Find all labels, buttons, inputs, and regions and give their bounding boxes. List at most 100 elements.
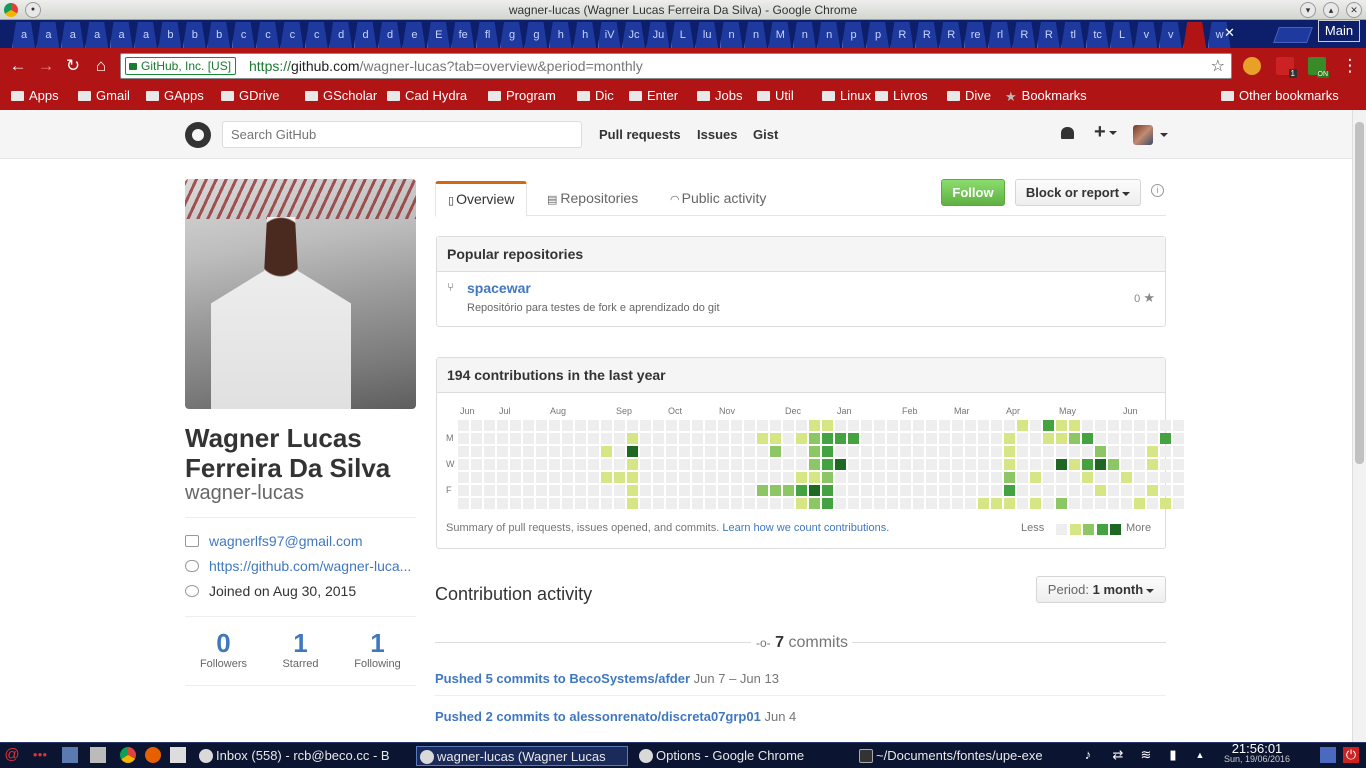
contribution-day[interactable] — [666, 446, 677, 457]
contribution-day[interactable] — [770, 472, 781, 483]
screen-icon[interactable] — [1320, 747, 1336, 763]
contribution-day[interactable] — [822, 459, 833, 470]
contribution-day[interactable] — [653, 433, 664, 444]
firefox-icon[interactable] — [145, 747, 161, 763]
contribution-day[interactable] — [562, 433, 573, 444]
contribution-day[interactable] — [614, 485, 625, 496]
contribution-day[interactable] — [926, 472, 937, 483]
contribution-day[interactable] — [692, 485, 703, 496]
contribution-day[interactable] — [1069, 433, 1080, 444]
contribution-day[interactable] — [575, 472, 586, 483]
contribution-day[interactable] — [835, 459, 846, 470]
contribution-day[interactable] — [991, 485, 1002, 496]
contribution-day[interactable] — [848, 498, 859, 509]
contribution-day[interactable] — [809, 485, 820, 496]
contribution-day[interactable] — [588, 446, 599, 457]
contribution-day[interactable] — [822, 446, 833, 457]
website-link[interactable]: https://github.com/wagner-luca... — [209, 558, 411, 574]
contribution-day[interactable] — [653, 459, 664, 470]
contribution-day[interactable] — [523, 459, 534, 470]
contribution-day[interactable] — [640, 446, 651, 457]
contribution-day[interactable] — [887, 420, 898, 431]
contribution-day[interactable] — [601, 472, 612, 483]
contribution-day[interactable] — [497, 433, 508, 444]
browser-tab[interactable]: a — [36, 22, 59, 48]
contribution-day[interactable] — [965, 498, 976, 509]
contribution-day[interactable] — [1017, 485, 1028, 496]
contribution-day[interactable] — [978, 472, 989, 483]
contribution-day[interactable] — [458, 433, 469, 444]
contribution-day[interactable] — [926, 446, 937, 457]
contribution-day[interactable] — [588, 472, 599, 483]
contribution-day[interactable] — [757, 485, 768, 496]
contribution-day[interactable] — [822, 485, 833, 496]
browser-tab[interactable]: n — [817, 22, 840, 48]
contribution-day[interactable] — [692, 420, 703, 431]
contribution-day[interactable] — [1121, 446, 1132, 457]
contribution-day[interactable] — [1069, 485, 1080, 496]
contribution-day[interactable] — [1134, 472, 1145, 483]
contribution-day[interactable] — [575, 459, 586, 470]
contribution-day[interactable] — [666, 433, 677, 444]
contribution-day[interactable] — [718, 472, 729, 483]
start-menu-icon[interactable]: @ — [4, 747, 20, 763]
contribution-day[interactable] — [523, 472, 534, 483]
learn-contributions-link[interactable]: Learn how we count contributions. — [722, 522, 889, 534]
contribution-day[interactable] — [1108, 459, 1119, 470]
browser-tab[interactable]: E — [427, 22, 450, 48]
contribution-day[interactable] — [718, 485, 729, 496]
contribution-day[interactable] — [523, 433, 534, 444]
browser-tab[interactable]: a — [61, 22, 84, 48]
contribution-day[interactable] — [497, 420, 508, 431]
contribution-day[interactable] — [1017, 446, 1028, 457]
contribution-day[interactable] — [705, 498, 716, 509]
contribution-day[interactable] — [783, 485, 794, 496]
contribution-day[interactable] — [991, 498, 1002, 509]
minimize-icon[interactable]: ▾ — [1300, 2, 1316, 18]
browser-tab[interactable]: c — [280, 22, 303, 48]
contribution-day[interactable] — [1095, 433, 1106, 444]
contribution-day[interactable] — [861, 459, 872, 470]
contribution-day[interactable] — [614, 459, 625, 470]
contribution-day[interactable] — [692, 472, 703, 483]
contribution-day[interactable] — [1134, 420, 1145, 431]
contribution-day[interactable] — [549, 446, 560, 457]
contribution-day[interactable] — [510, 459, 521, 470]
contribution-day[interactable] — [952, 459, 963, 470]
contribution-day[interactable] — [991, 459, 1002, 470]
contribution-day[interactable] — [666, 472, 677, 483]
contribution-day[interactable] — [1069, 446, 1080, 457]
contribution-day[interactable] — [666, 459, 677, 470]
contribution-day[interactable] — [861, 420, 872, 431]
bookmark-gmail[interactable]: Gmail — [78, 87, 130, 105]
browser-tab[interactable]: M — [768, 22, 791, 48]
contribution-day[interactable] — [471, 472, 482, 483]
contribution-day[interactable] — [809, 498, 820, 509]
contribution-day[interactable] — [770, 446, 781, 457]
contribution-day[interactable] — [705, 459, 716, 470]
bookmark-enter[interactable]: Enter — [629, 87, 678, 105]
contribution-day[interactable] — [939, 498, 950, 509]
contribution-day[interactable] — [679, 498, 690, 509]
contribution-day[interactable] — [1160, 433, 1171, 444]
contribution-day[interactable] — [731, 485, 742, 496]
contribution-day[interactable] — [1147, 420, 1158, 431]
contribution-day[interactable] — [1030, 472, 1041, 483]
contribution-day[interactable] — [874, 420, 885, 431]
contribution-day[interactable] — [601, 433, 612, 444]
contribution-day[interactable] — [1056, 485, 1067, 496]
contribution-day[interactable] — [1147, 446, 1158, 457]
browser-tab[interactable] — [1183, 22, 1206, 48]
contribution-day[interactable] — [653, 498, 664, 509]
contribution-day[interactable] — [692, 433, 703, 444]
contribution-day[interactable] — [549, 433, 560, 444]
contribution-day[interactable] — [978, 485, 989, 496]
contribution-day[interactable] — [926, 420, 937, 431]
contribution-day[interactable] — [1160, 459, 1171, 470]
dots-icon[interactable]: ●●● — [32, 747, 48, 763]
contribution-day[interactable] — [549, 485, 560, 496]
contribution-day[interactable] — [497, 498, 508, 509]
contribution-day[interactable] — [887, 472, 898, 483]
contribution-day[interactable] — [1082, 433, 1093, 444]
contribution-day[interactable] — [601, 459, 612, 470]
